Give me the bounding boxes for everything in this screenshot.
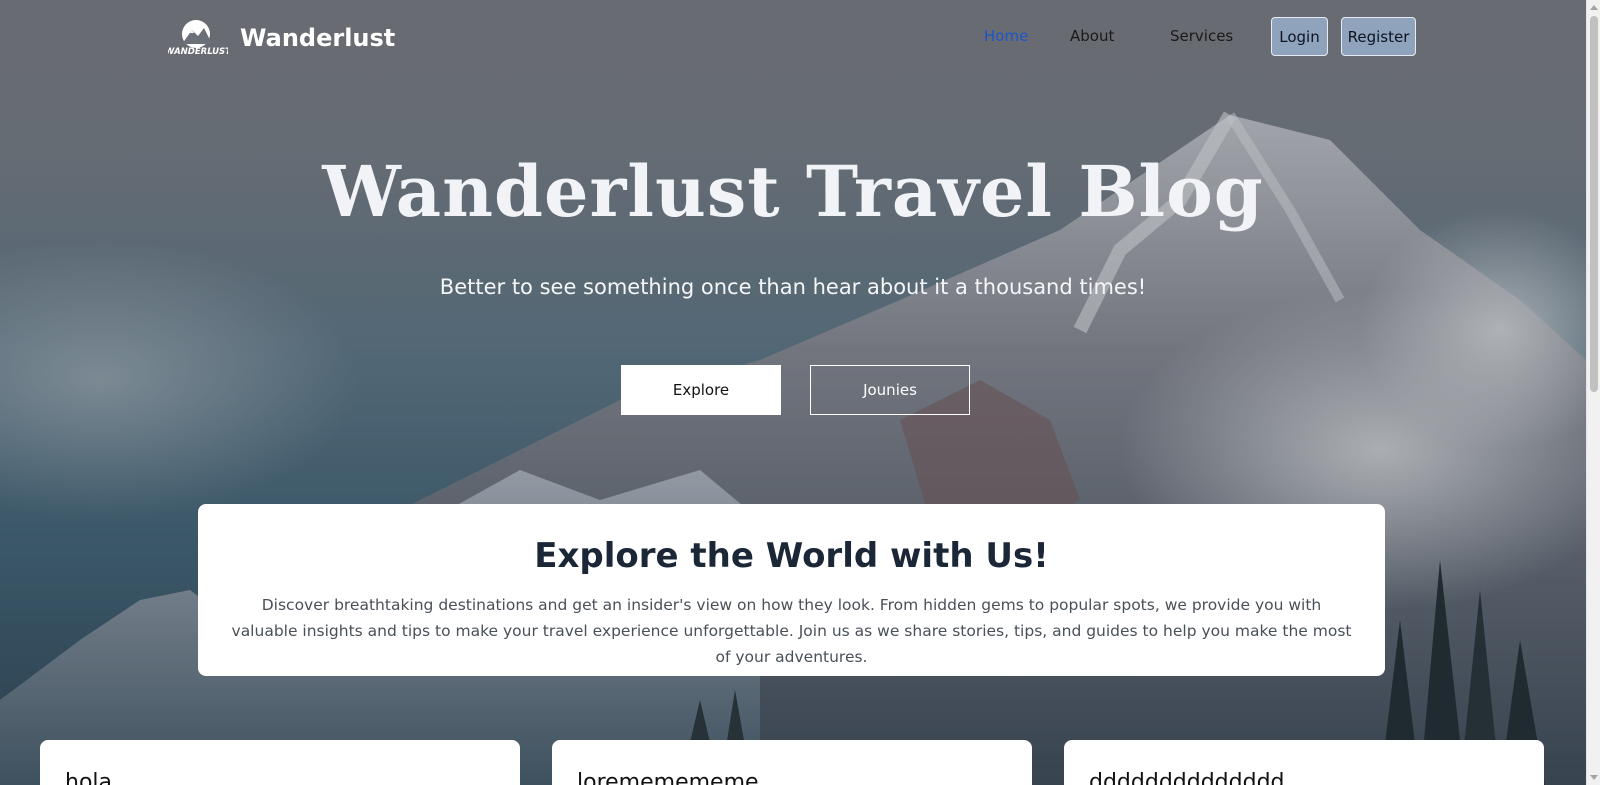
- post-title: hola: [65, 770, 112, 785]
- explore-button[interactable]: Explore: [621, 365, 781, 415]
- post-title: dddddddddddddd: [1089, 770, 1285, 785]
- post-card[interactable]: hola: [40, 740, 520, 785]
- explore-section-text: Discover breathtaking destinations and g…: [231, 596, 1352, 666]
- top-navbar: WANDERLUST Wanderlust Home About Service…: [0, 0, 1586, 76]
- brand-name: Wanderlust: [240, 24, 396, 52]
- logo-wordmark: WANDERLUST: [168, 47, 228, 57]
- hero-title: Wanderlust Travel Blog: [322, 150, 1264, 233]
- brand-link[interactable]: WANDERLUST Wanderlust: [168, 18, 395, 58]
- explore-section-title: Explore the World with Us!: [534, 536, 1049, 576]
- nav-link-home[interactable]: Home: [984, 27, 1028, 45]
- scrollbar-thumb[interactable]: [1590, 16, 1598, 392]
- nav-link-services[interactable]: Services: [1170, 27, 1233, 45]
- post-card[interactable]: dddddddddddddd: [1064, 740, 1544, 785]
- login-button[interactable]: Login: [1271, 17, 1328, 56]
- scroll-down-arrow-icon[interactable]: [1590, 775, 1598, 780]
- hero-subtitle: Better to see something once than hear a…: [439, 275, 1147, 299]
- page-scrollbar[interactable]: [1586, 0, 1600, 785]
- explore-section-card: Explore the World with Us! Discover brea…: [198, 504, 1385, 676]
- post-card[interactable]: lorememememe: [552, 740, 1032, 785]
- nav-link-about[interactable]: About: [1070, 27, 1114, 45]
- post-title: lorememememe: [577, 770, 759, 785]
- wanderlust-logo-icon: WANDERLUST: [168, 20, 228, 57]
- scroll-up-arrow-icon[interactable]: [1590, 5, 1598, 10]
- jounies-button[interactable]: Jounies: [810, 365, 970, 415]
- register-button[interactable]: Register: [1341, 17, 1416, 56]
